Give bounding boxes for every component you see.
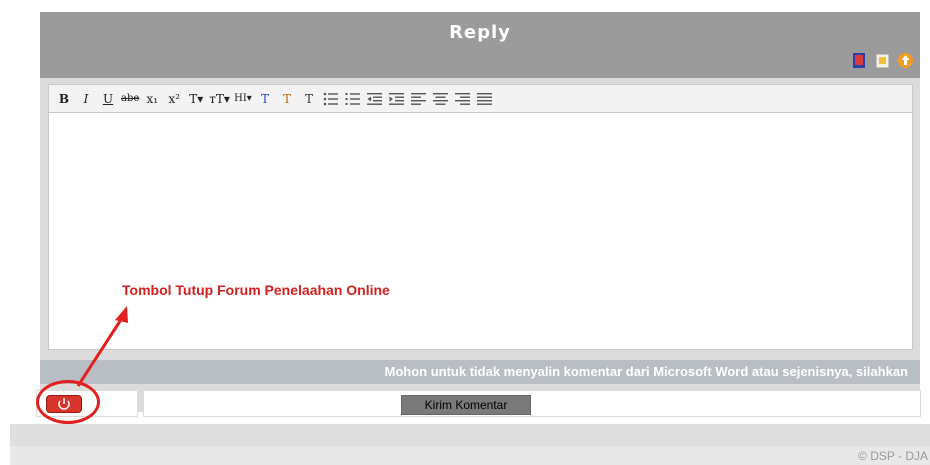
annotation-arrow [76,306,128,387]
highlight-circle [36,380,100,424]
